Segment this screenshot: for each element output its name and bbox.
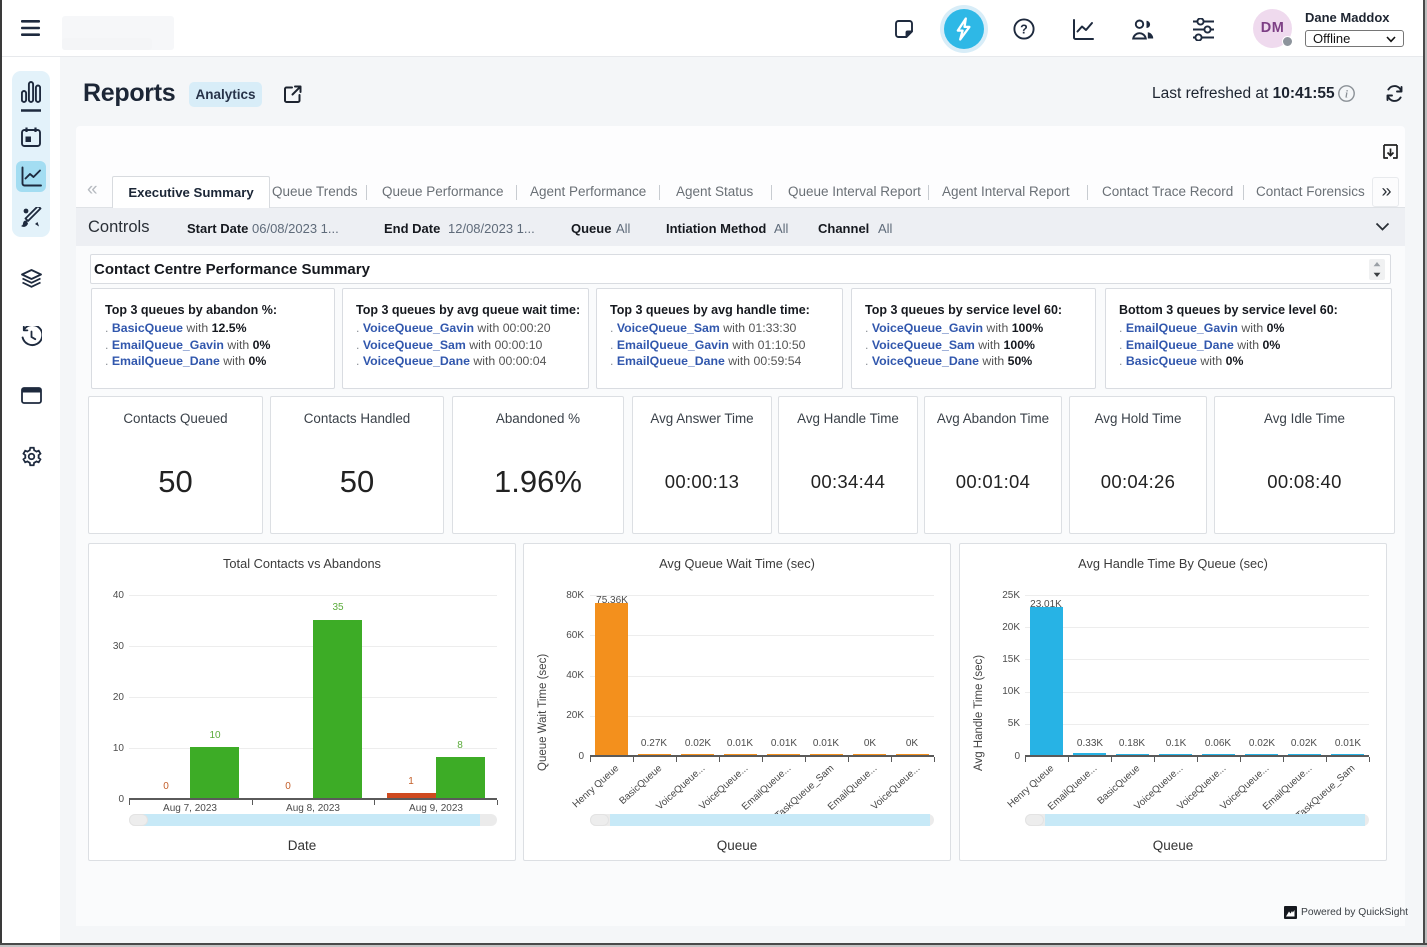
svg-text:i: i bbox=[1345, 89, 1348, 100]
svg-text:?: ? bbox=[1020, 22, 1028, 36]
